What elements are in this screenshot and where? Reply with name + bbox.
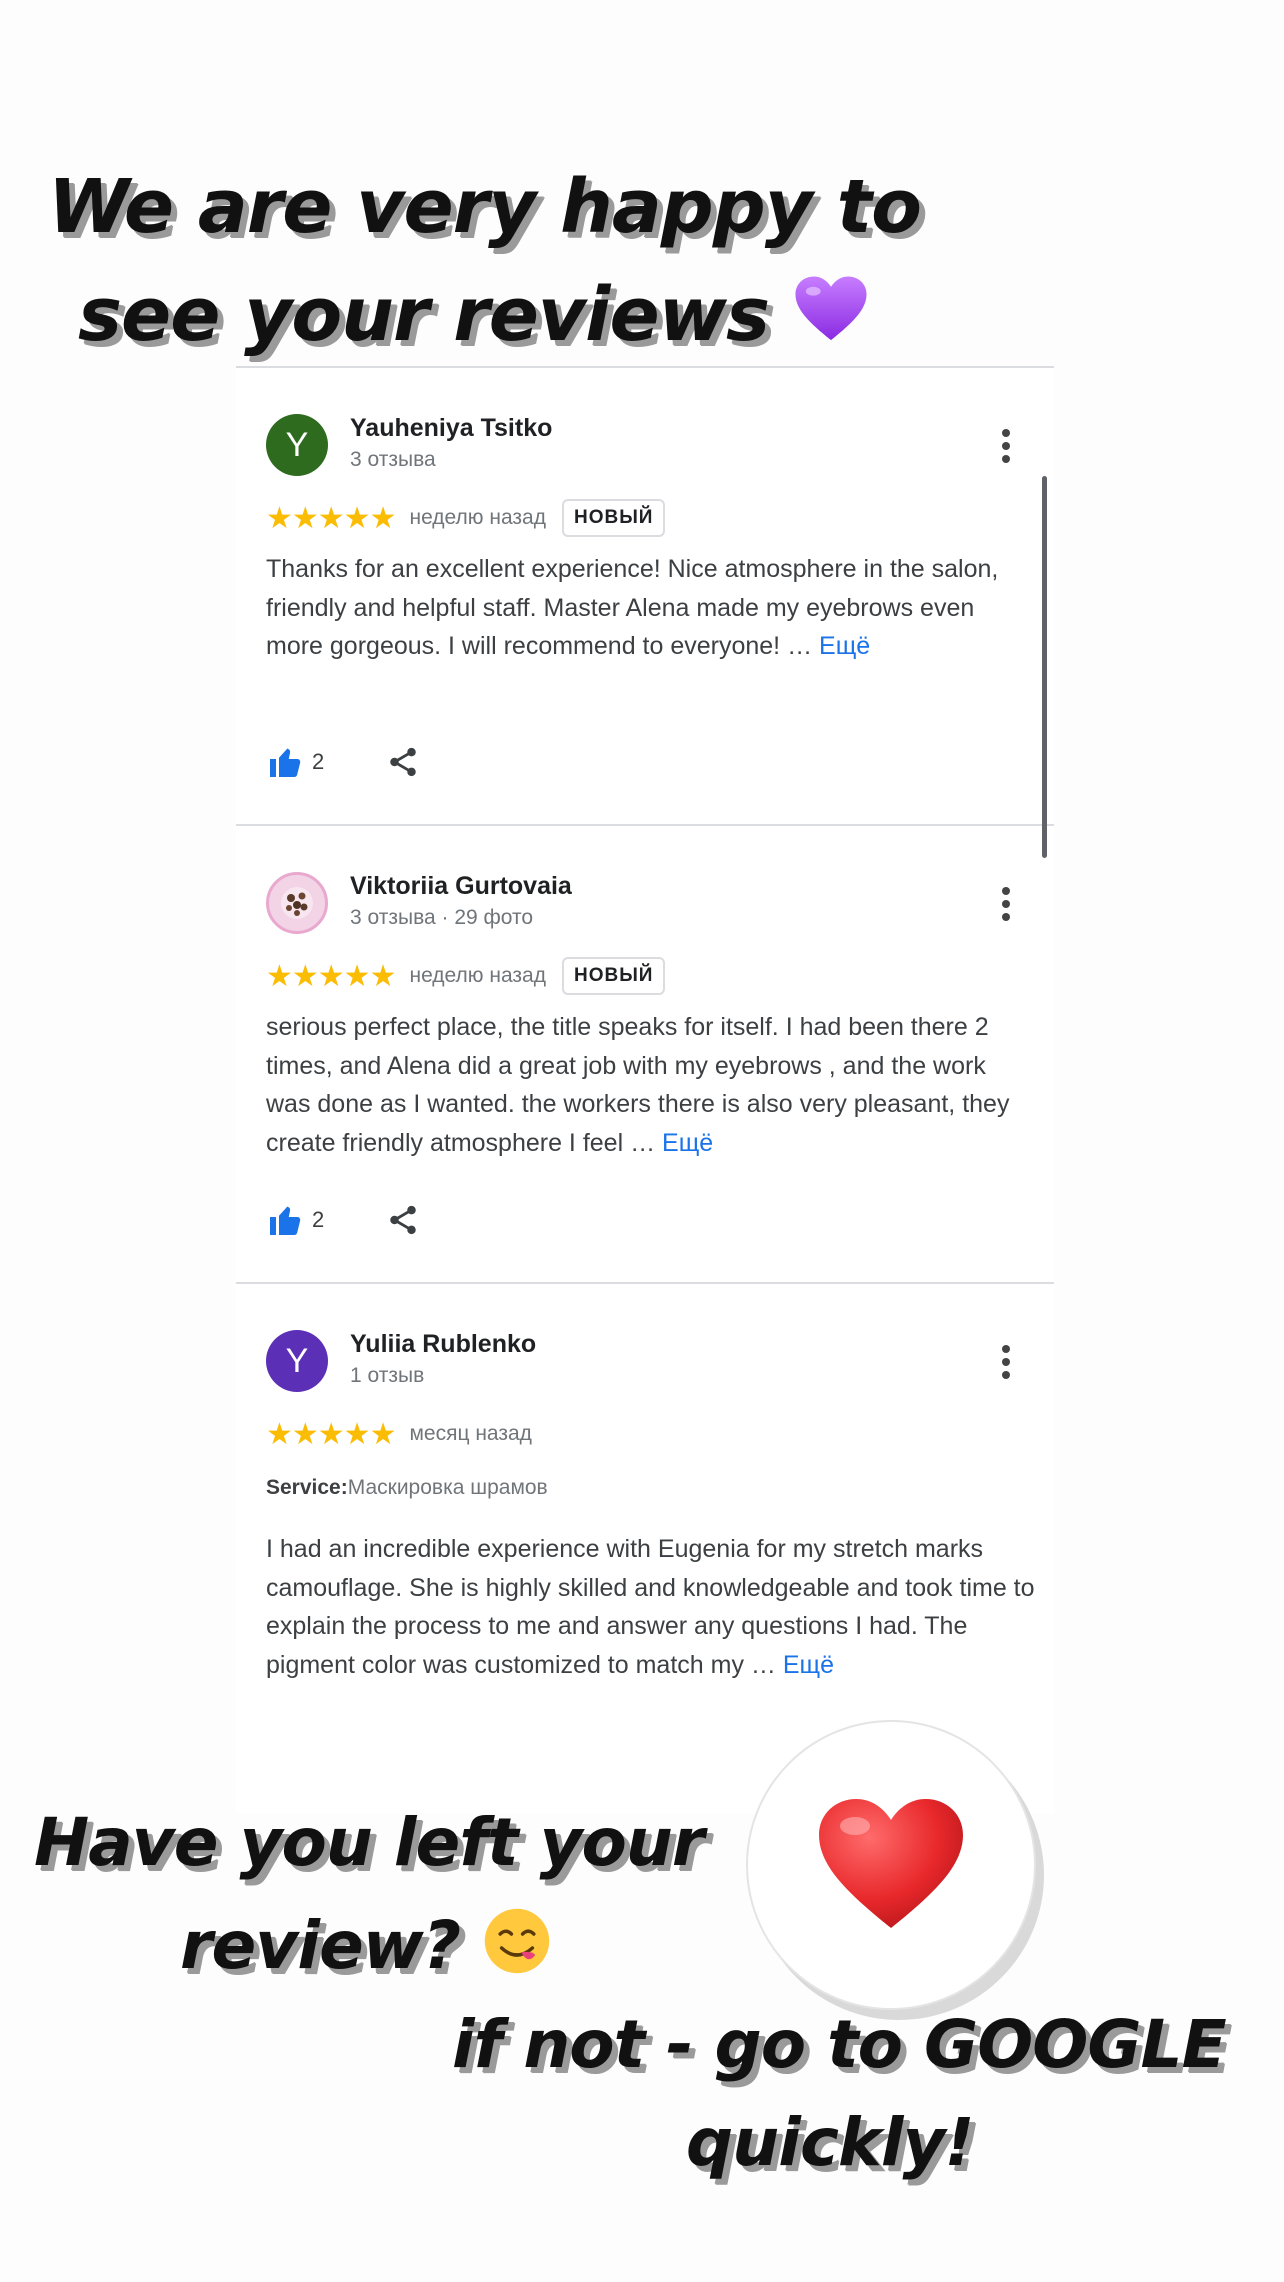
share-icon[interactable] [386,745,420,779]
star-rating: ★★★★★ [266,501,396,535]
headline-top-line2-text: see your reviews [78,272,770,358]
headline-mid-line2: review? [180,1906,552,1979]
read-more-link[interactable]: Ещё [783,1651,834,1679]
reviewer-meta: 1 отзыв [350,1364,425,1387]
read-more-link[interactable]: Ещё [662,1129,713,1157]
service-value: Маскировка шрамов [347,1476,548,1499]
more-options-icon[interactable] [992,1342,1020,1382]
like-count: 2 [312,1207,325,1232]
avatar[interactable]: Y [266,1330,328,1392]
review-text: serious perfect place, the title speaks … [266,1008,1036,1162]
new-badge: НОВЫЙ [561,957,666,995]
review-card: Y Yauheniya Tsitko 3 отзыва ★★★★★ неделю… [236,368,1054,826]
reviewer-meta: 3 отзыва · 29 фото [350,906,534,929]
reviews-panel: Y Yauheniya Tsitko 3 отзыва ★★★★★ неделю… [236,366,1054,1814]
share-icon[interactable] [386,1203,420,1237]
service-line: Service:Маскировка шрамов [266,1476,548,1500]
new-badge: НОВЫЙ [561,499,666,537]
headline-top-line1: We are very happy to [48,164,922,250]
review-date: неделю назад [409,506,546,529]
more-options-icon[interactable] [992,884,1020,924]
thumbs-up-filled-icon[interactable] [266,1202,304,1238]
rating-row: ★★★★★ неделю назад НОВЫЙ [266,956,666,996]
review-text: Thanks for an excellent experience! Nice… [266,550,1036,666]
review-text: I had an incredible experience with Euge… [266,1530,1036,1684]
star-rating: ★★★★★ [266,1417,396,1451]
review-body: Thanks for an excellent experience! Nice… [266,555,999,660]
review-actions: 2 [266,742,420,782]
red-heart-icon [819,1799,963,1928]
review-body: serious perfect place, the title speaks … [266,1013,1010,1157]
headline-mid-line2-text: review? [180,1907,461,1984]
service-label: Service: [266,1476,348,1499]
review-date: месяц назад [409,1422,532,1445]
reviewer-name[interactable]: Viktoriia Gurtovaia [350,872,572,901]
yum-face-icon [460,1907,552,1984]
rating-row: ★★★★★ неделю назад НОВЫЙ [266,498,666,538]
headline-bottom-line2: quickly! [686,2104,975,2181]
rating-row: ★★★★★ месяц назад [266,1414,532,1454]
reviewer-name[interactable]: Yuliia Rublenko [350,1330,536,1359]
avatar[interactable] [266,872,328,934]
thumbs-up-filled-icon[interactable] [266,744,304,780]
review-actions: 2 [266,1200,420,1240]
more-options-icon[interactable] [992,426,1020,466]
heart-sticker [746,1720,1036,2010]
review-date: неделю назад [409,964,546,987]
avatar[interactable]: Y [266,414,328,476]
headline-mid-line1: Have you left your [34,1804,704,1881]
profile-photo-icon [281,887,313,919]
purple-heart-icon [794,272,868,358]
headline-top-line2: see your reviews [78,272,868,352]
star-rating: ★★★★★ [266,959,396,993]
headline-bottom-line1: if not - go to GOOGLE [452,2006,1227,2083]
scrollbar[interactable] [1042,476,1047,858]
reviewer-name[interactable]: Yauheniya Tsitko [350,414,552,443]
reviewer-meta: 3 отзыва [350,448,436,471]
review-card: Viktoriia Gurtovaia 3 отзыва · 29 фото ★… [236,826,1054,1284]
like-count: 2 [312,749,325,774]
read-more-link[interactable]: Ещё [819,632,870,660]
review-body: I had an incredible experience with Euge… [266,1535,1035,1679]
